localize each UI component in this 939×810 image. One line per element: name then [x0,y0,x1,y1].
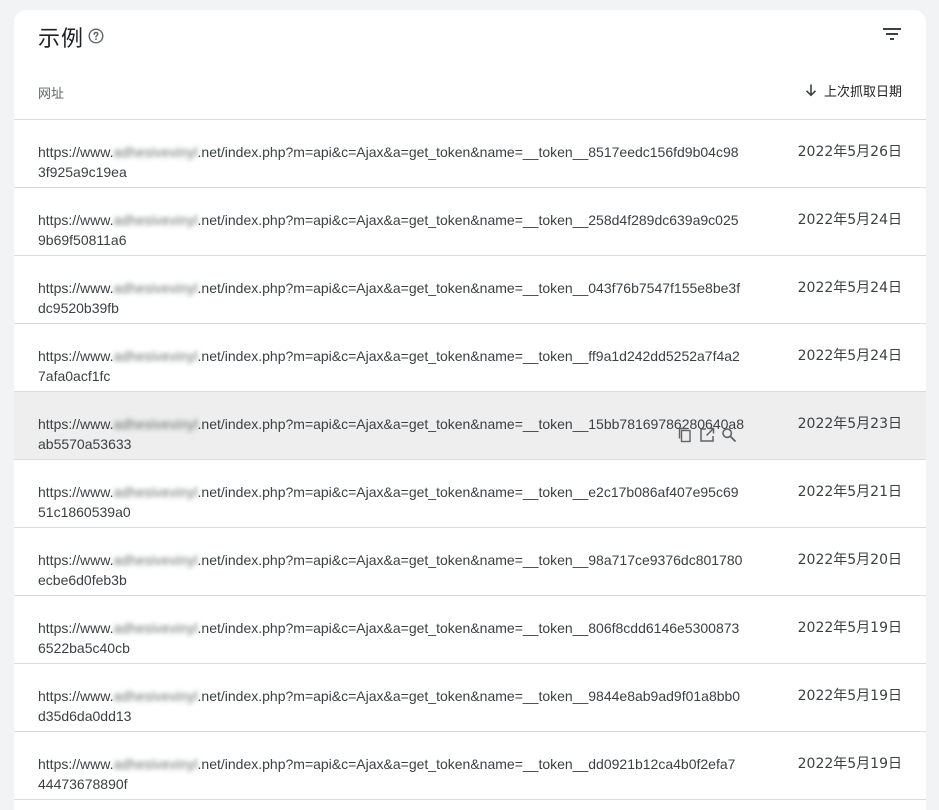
table-header: 网址 上次抓取日期 [14,66,926,120]
table-row[interactable]: https://www.adhesivevinyl.net/index.php?… [14,664,926,732]
url-prefix: https://www. [38,552,114,568]
last-crawled-date: 2022年5月24日 [797,212,902,228]
url-path-continued: 51c1860539a0 [38,504,131,520]
table-row[interactable]: https://www.adhesivevinyl.net/index.php?… [14,528,926,596]
table-row[interactable]: https://www.adhesivevinyl.net/index.php?… [14,256,926,324]
last-crawled-date: 2022年5月21日 [797,484,902,500]
row-url: https://www.adhesivevinyl.net/index.php?… [38,142,750,182]
url-prefix: https://www. [38,144,114,160]
last-crawled-date: 2022年5月26日 [797,144,902,160]
search-icon[interactable] [720,426,738,444]
last-crawled-date: 2022年5月23日 [797,416,902,432]
card-header: 示例 [14,10,926,66]
url-masked-domain: adhesivevinyl [113,144,198,160]
table-row[interactable]: https://www.adhesivevinyl.net/index.php?… [14,120,926,188]
row-actions [676,426,738,444]
url-path: .net/index.php?m=api&c=Ajax&a=get_token&… [197,348,740,364]
row-url: https://www.adhesivevinyl.net/index.php?… [38,414,750,454]
arrow-downward-icon [805,84,817,97]
url-path: .net/index.php?m=api&c=Ajax&a=get_token&… [197,484,739,500]
last-crawled-date: 2022年5月19日 [797,620,902,636]
url-path-continued: 6522ba5c40cb [38,640,130,656]
url-path-continued: d35d6da0dd13 [38,708,132,724]
row-url: https://www.adhesivevinyl.net/index.php?… [38,550,750,590]
row-url: https://www.adhesivevinyl.net/index.php?… [38,618,750,658]
url-masked-domain: adhesivevinyl [113,688,198,704]
url-masked-domain: adhesivevinyl [113,212,198,228]
url-path: .net/index.php?m=api&c=Ajax&a=get_token&… [197,280,741,296]
row-url: https://www.adhesivevinyl.net/index.php?… [38,754,750,794]
table-row[interactable]: https://www.adhesivevinyl.net/index.php?… [14,732,926,800]
copy-icon[interactable] [676,426,694,444]
url-path-continued: ab5570a53633 [38,436,132,452]
date-column-header: 上次抓取日期 [823,84,902,100]
url-path-continued: 9b69f50811a6 [38,232,127,248]
last-crawled-sort-header[interactable]: 上次抓取日期 [804,81,902,100]
table-row[interactable]: https://www.adhesivevinyl.net/index.php?… [14,460,926,528]
url-masked-domain: adhesivevinyl [113,756,198,772]
url-path: .net/index.php?m=api&c=Ajax&a=get_token&… [197,144,739,160]
url-path-continued: ecbe6d0feb3b [38,572,127,588]
url-masked-domain: adhesivevinyl [113,348,198,364]
row-url: https://www.adhesivevinyl.net/index.php?… [38,686,750,726]
url-prefix: https://www. [38,416,114,432]
url-masked-domain: adhesivevinyl [113,552,198,568]
url-path-continued: 3f925a9c19ea [38,164,127,180]
row-url: https://www.adhesivevinyl.net/index.php?… [38,210,750,250]
help-circle-icon[interactable] [88,28,104,44]
row-url: https://www.adhesivevinyl.net/index.php?… [38,346,750,386]
url-masked-domain: adhesivevinyl [113,484,198,500]
url-prefix: https://www. [38,212,114,228]
url-path: .net/index.php?m=api&c=Ajax&a=get_token&… [197,552,743,568]
url-masked-domain: adhesivevinyl [113,620,198,636]
url-prefix: https://www. [38,484,114,500]
last-crawled-date: 2022年5月24日 [797,348,902,364]
url-prefix: https://www. [38,620,114,636]
table-row[interactable]: https://www.adhesivevinyl.net/index.php?… [14,392,926,460]
url-path: .net/index.php?m=api&c=Ajax&a=get_token&… [197,688,741,704]
card-title: 示例 [38,27,85,52]
table-row[interactable]: https://www.adhesivevinyl.net/index.php?… [14,324,926,392]
filter-list-icon[interactable] [880,22,904,46]
url-path-continued: 7afa0acf1fc [38,368,111,384]
url-column-header: 网址 [38,87,65,102]
url-prefix: https://www. [38,280,114,296]
url-masked-domain: adhesivevinyl [113,280,198,296]
url-prefix: https://www. [38,348,114,364]
url-path: .net/index.php?m=api&c=Ajax&a=get_token&… [197,416,744,432]
url-path-continued: dc9520b39fb [38,300,119,316]
last-crawled-date: 2022年5月24日 [797,280,902,296]
table-row[interactable]: https://www.adhesivevinyl.net/index.php?… [14,596,926,664]
url-prefix: https://www. [38,756,114,772]
url-list: https://www.adhesivevinyl.net/index.php?… [14,120,926,800]
last-crawled-date: 2022年5月19日 [797,756,902,772]
row-url: https://www.adhesivevinyl.net/index.php?… [38,278,750,318]
url-prefix: https://www. [38,688,114,704]
url-path-continued: 44473678890f [38,776,128,792]
last-crawled-date: 2022年5月19日 [797,688,902,704]
url-path: .net/index.php?m=api&c=Ajax&a=get_token&… [197,620,740,636]
table-row[interactable]: https://www.adhesivevinyl.net/index.php?… [14,188,926,256]
url-path: .net/index.php?m=api&c=Ajax&a=get_token&… [197,756,736,772]
open-in-new-icon[interactable] [698,426,716,444]
row-url: https://www.adhesivevinyl.net/index.php?… [38,482,750,522]
url-path: .net/index.php?m=api&c=Ajax&a=get_token&… [197,212,739,228]
examples-card: 示例 网址 上次抓取日期 https://www.adhesivevinyl.n… [14,10,926,810]
url-masked-domain: adhesivevinyl [113,416,198,432]
last-crawled-date: 2022年5月20日 [797,552,902,568]
